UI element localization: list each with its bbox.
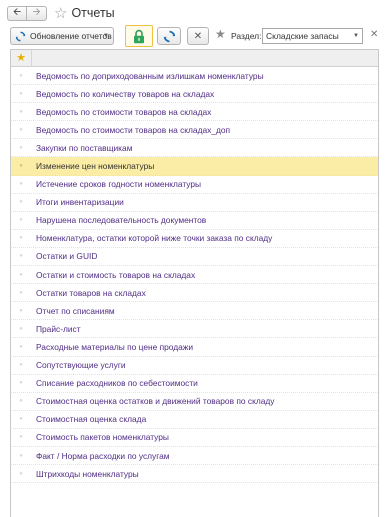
dot-icon[interactable]: ● <box>11 181 31 187</box>
back-button[interactable]: 🡨 <box>7 5 27 21</box>
report-name[interactable]: Ведомость по стоимости товаров на склада… <box>31 125 230 135</box>
report-row[interactable]: ● Ведомость по стоимости товаров на склад… <box>11 121 378 140</box>
star-outline-icon[interactable]: ☆ <box>54 6 67 21</box>
dot-icon[interactable]: ● <box>11 217 31 223</box>
star-icon[interactable]: ★ <box>215 27 226 41</box>
report-name[interactable]: Факт / Норма расходки по услугам <box>31 451 170 461</box>
lock-button[interactable] <box>125 25 153 47</box>
report-name[interactable]: Штрихкоды номенклатуры <box>31 469 139 479</box>
report-name[interactable]: Списание расходников по себестоимости <box>31 378 198 388</box>
report-row[interactable]: ● Ведомость по доприходованным излишкам н… <box>11 67 378 86</box>
dot-icon[interactable]: ● <box>11 199 31 205</box>
report-name[interactable]: Стоимость пакетов номенклатуры <box>31 432 169 442</box>
title-bar: 🡨 🡪 ☆ Отчеты <box>0 0 390 26</box>
close-icon[interactable]: ✕ <box>370 29 378 40</box>
chevron-down-icon: ▼ <box>353 33 359 39</box>
arrow-right-icon: 🡪 <box>32 6 41 18</box>
report-row[interactable]: ● Стоимостная оценка остатков и движений … <box>11 393 378 411</box>
report-list: ● Ведомость по доприходованным излишкам н… <box>11 67 378 484</box>
report-row[interactable]: ● Прайс-лист <box>11 320 378 339</box>
report-row[interactable]: ● Ведомость по стоимости товаров на склад… <box>11 103 378 122</box>
dot-icon[interactable]: ● <box>11 235 31 241</box>
report-row[interactable]: ● Остатки товаров на складах <box>11 284 378 303</box>
report-name[interactable]: Ведомость по стоимости товаров на склада… <box>31 107 211 117</box>
report-row[interactable]: ● Закупки по поставщикам <box>11 139 378 158</box>
report-name[interactable]: Стоимостная оценка остатков и движений т… <box>31 396 274 406</box>
report-name[interactable]: Сопутствующие услуги <box>31 360 126 370</box>
report-name[interactable]: Ведомость по доприходованным излишкам но… <box>31 71 264 81</box>
dot-icon[interactable]: ● <box>11 308 31 314</box>
dot-icon[interactable]: ● <box>11 453 31 459</box>
report-row[interactable]: ● Нарушена последовательность документов <box>11 212 378 230</box>
dot-icon[interactable]: ● <box>11 163 31 169</box>
dot-icon[interactable]: ● <box>11 416 31 422</box>
refresh-reports-label: Обновление отчетов <box>30 31 112 41</box>
report-name[interactable]: Номенклатура, остатки которой ниже точки… <box>31 233 272 243</box>
section-select-value: Складские запасы <box>266 31 339 41</box>
report-name[interactable]: Остатки и GUID <box>31 251 97 261</box>
dot-icon[interactable]: ● <box>11 109 31 115</box>
report-row[interactable]: ● Истечение сроков годности номенклатуры <box>11 176 378 194</box>
report-row[interactable]: ● Сопутствующие услуги <box>11 357 378 375</box>
column-divider <box>31 49 32 67</box>
report-row[interactable]: ● Списание расходников по себестоимости <box>11 375 378 393</box>
refresh-icon <box>15 31 26 41</box>
dot-icon[interactable]: ● <box>11 398 31 404</box>
page-title: Отчеты <box>71 6 115 20</box>
report-name[interactable]: Изменение цен номенклатуры <box>31 161 154 171</box>
report-row[interactable]: ● Стоимость пакетов номенклатуры <box>11 429 378 447</box>
dot-icon[interactable]: ● <box>11 91 31 97</box>
reports-table: ★ ● Ведомость по доприходованным излишкам… <box>10 49 379 517</box>
report-row[interactable]: ● Отчет по списаниям <box>11 302 378 321</box>
report-name[interactable]: Отчет по списаниям <box>31 306 115 316</box>
dot-icon[interactable]: ● <box>11 290 31 296</box>
lock-icon <box>134 29 144 43</box>
clear-button[interactable]: ✕ <box>187 27 209 45</box>
report-name[interactable]: Закупки по поставщикам <box>31 143 132 153</box>
refresh-reports-button[interactable]: Обновление отчетов ▼ <box>10 27 114 45</box>
report-row[interactable]: ● Факт / Норма расходки по услугам <box>11 447 378 466</box>
dot-icon[interactable]: ● <box>11 127 31 133</box>
report-row[interactable]: ● Итоги инвентаризации <box>11 194 378 212</box>
section-select[interactable]: Складские запасы ▼ <box>262 28 363 44</box>
report-name[interactable]: Расходные материалы по цене продажи <box>31 342 193 352</box>
report-name[interactable]: Остатки товаров на складах <box>31 288 146 298</box>
dot-icon[interactable]: ● <box>11 434 31 440</box>
sync-icon <box>163 30 175 42</box>
dot-icon[interactable]: ● <box>11 362 31 368</box>
arrow-left-icon: 🡨 <box>12 6 22 18</box>
dot-icon[interactable]: ● <box>11 272 31 278</box>
dot-icon[interactable]: ● <box>11 253 31 259</box>
close-icon: ✕ <box>193 30 203 42</box>
section-label: Раздел: <box>231 31 262 41</box>
report-name[interactable]: Итоги инвентаризации <box>31 197 124 207</box>
report-row[interactable]: ● Расходные материалы по цене продажи <box>11 338 378 357</box>
report-name[interactable]: Истечение сроков годности номенклатуры <box>31 179 201 189</box>
table-header: ★ <box>11 49 378 67</box>
report-row[interactable]: ● Номенклатура, остатки которой ниже точк… <box>11 230 378 248</box>
report-row[interactable]: ● Изменение цен номенклатуры <box>11 157 378 176</box>
dot-icon[interactable]: ● <box>11 380 31 386</box>
forward-button[interactable]: 🡪 <box>27 5 47 21</box>
report-row[interactable]: ● Остатки и стоимость товаров на складах <box>11 266 378 285</box>
report-row[interactable]: ● Штрихкоды номенклатуры <box>11 465 378 484</box>
report-name[interactable]: Нарушена последовательность документов <box>31 215 206 225</box>
report-name[interactable]: Ведомость по количеству товаров на склад… <box>31 89 214 99</box>
report-name[interactable]: Остатки и стоимость товаров на складах <box>31 270 195 280</box>
chevron-down-icon: ▼ <box>103 33 109 39</box>
sync-button[interactable] <box>157 27 181 45</box>
toolbar: Обновление отчетов ▼ ✕ ★ Раздел: Складск… <box>0 25 390 47</box>
dot-icon[interactable]: ● <box>11 471 31 477</box>
report-row[interactable]: ● Ведомость по количеству товаров на скла… <box>11 85 378 104</box>
dot-icon[interactable]: ● <box>11 326 31 332</box>
dot-icon[interactable]: ● <box>11 344 31 350</box>
report-row[interactable]: ● Стоимостная оценка склада <box>11 411 378 429</box>
report-name[interactable]: Прайс-лист <box>31 324 81 334</box>
favorite-column-star-icon[interactable]: ★ <box>11 52 31 64</box>
dot-icon[interactable]: ● <box>11 145 31 151</box>
dot-icon[interactable]: ● <box>11 73 31 79</box>
report-name[interactable]: Стоимостная оценка склада <box>31 414 146 424</box>
report-row[interactable]: ● Остатки и GUID <box>11 248 378 267</box>
